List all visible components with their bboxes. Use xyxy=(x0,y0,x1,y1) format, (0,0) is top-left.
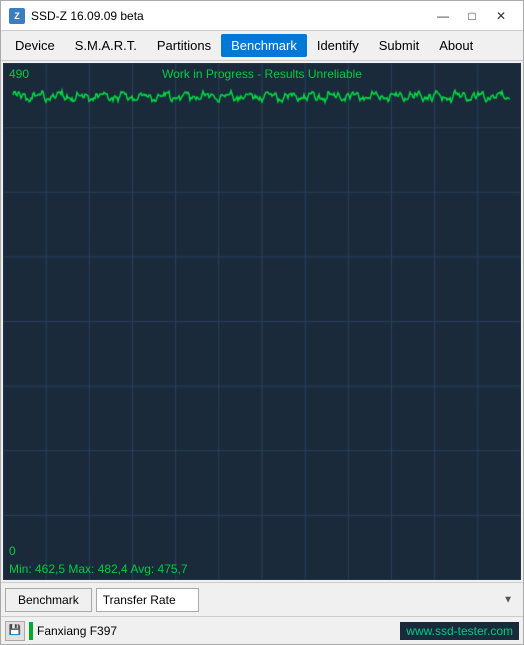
menu-item-partitions[interactable]: Partitions xyxy=(147,34,221,57)
minimize-button[interactable]: — xyxy=(429,6,457,26)
window-controls: — □ ✕ xyxy=(429,6,515,26)
drive-status-indicator xyxy=(29,622,33,640)
menu-item-device[interactable]: Device xyxy=(5,34,65,57)
dropdown-arrow-icon: ▼ xyxy=(503,594,513,605)
maximize-button[interactable]: □ xyxy=(458,6,486,26)
drive-name: Fanxiang F397 xyxy=(37,624,117,638)
metric-dropdown[interactable]: Transfer Rate Sequential Read Sequential… xyxy=(96,588,199,612)
menu-bar: Device S.M.A.R.T. Partitions Benchmark I… xyxy=(1,31,523,61)
menu-item-about[interactable]: About xyxy=(429,34,483,57)
bottom-controls: Benchmark Transfer Rate Sequential Read … xyxy=(1,582,523,616)
menu-item-smart[interactable]: S.M.A.R.T. xyxy=(65,34,147,57)
chart-canvas xyxy=(3,63,521,580)
menu-item-submit[interactable]: Submit xyxy=(369,34,429,57)
chart-stats: Min: 462,5 Max: 482,4 Avg: 475,7 xyxy=(9,562,188,576)
status-bar: 💾 Fanxiang F397 www.ssd-tester.com xyxy=(1,616,523,644)
chart-status: Work in Progress - Results Unreliable xyxy=(3,67,521,81)
drive-info: Fanxiang F397 xyxy=(29,622,396,640)
main-window: Z SSD-Z 16.09.09 beta — □ ✕ Device S.M.A… xyxy=(0,0,524,645)
menu-item-benchmark[interactable]: Benchmark xyxy=(221,34,307,57)
close-button[interactable]: ✕ xyxy=(487,6,515,26)
window-title: SSD-Z 16.09.09 beta xyxy=(31,9,429,23)
website-label: www.ssd-tester.com xyxy=(400,622,519,640)
title-bar: Z SSD-Z 16.09.09 beta — □ ✕ xyxy=(1,1,523,31)
drive-icon: 💾 xyxy=(5,621,25,641)
app-icon: Z xyxy=(9,8,25,24)
menu-item-identify[interactable]: Identify xyxy=(307,34,369,57)
metric-dropdown-wrapper: Transfer Rate Sequential Read Sequential… xyxy=(96,588,519,612)
benchmark-chart: 490 Work in Progress - Results Unreliabl… xyxy=(3,63,521,580)
chart-y-min: 0 xyxy=(9,544,16,558)
benchmark-button[interactable]: Benchmark xyxy=(5,588,92,612)
